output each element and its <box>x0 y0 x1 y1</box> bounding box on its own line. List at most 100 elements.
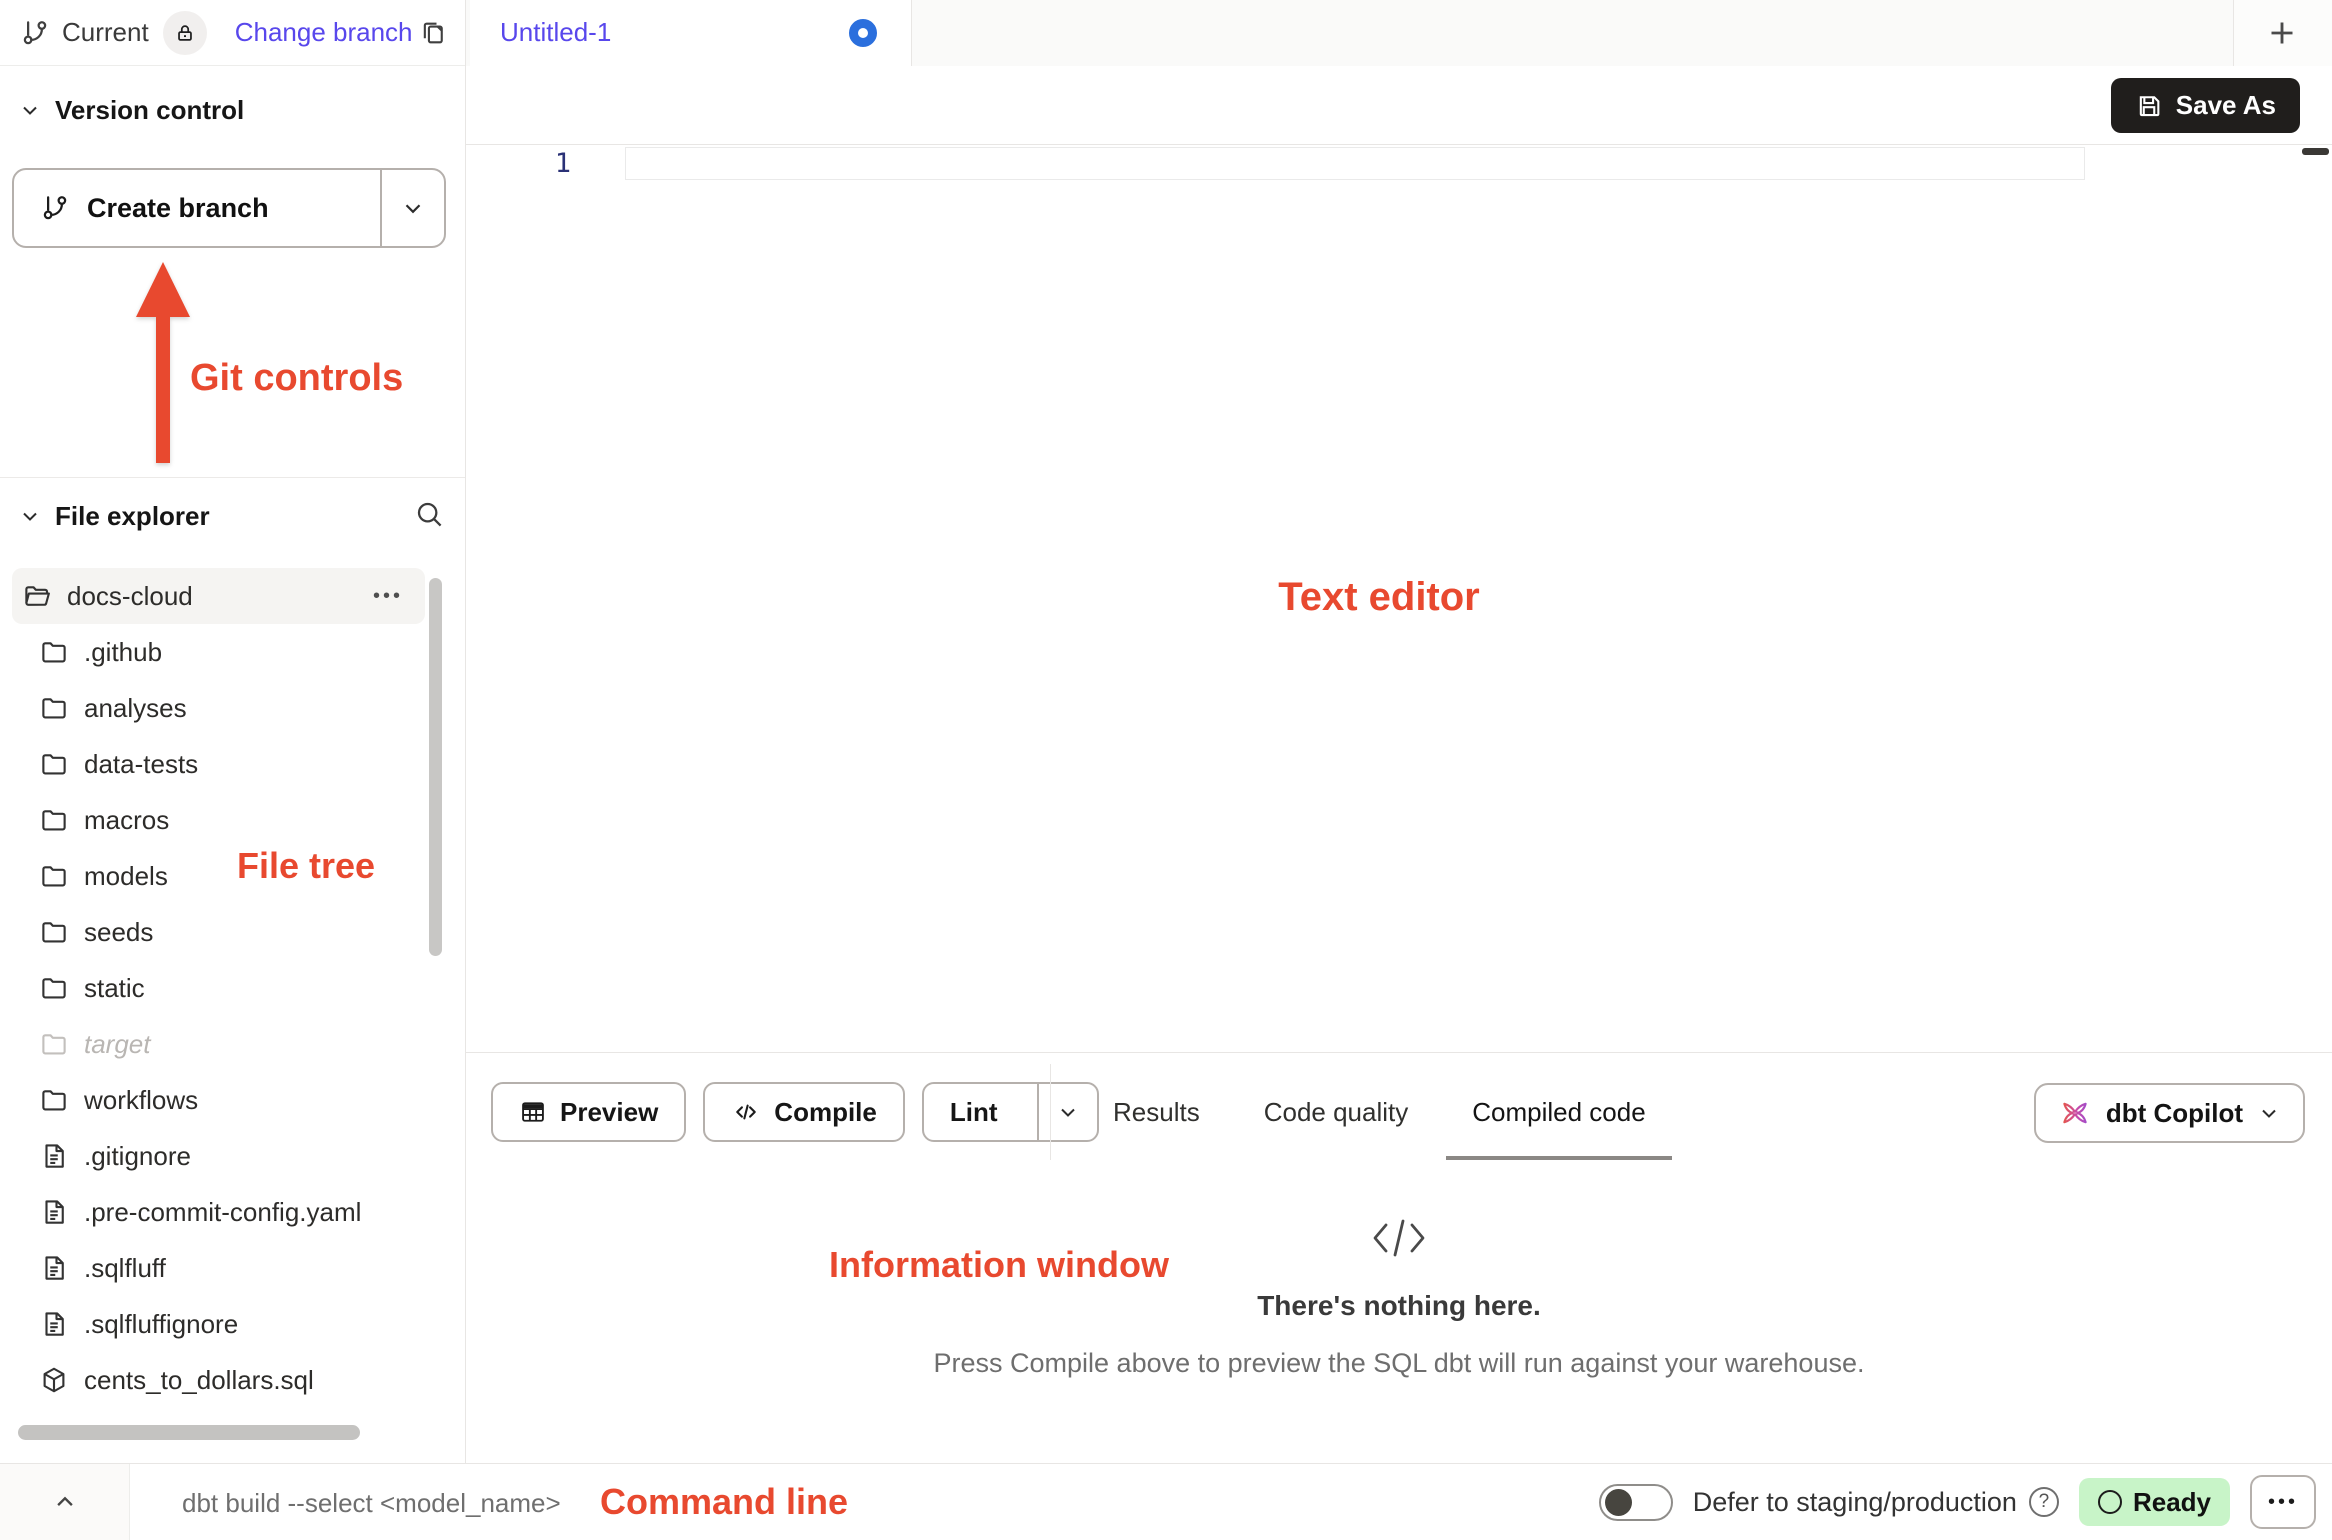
chevron-up-icon <box>50 1487 80 1517</box>
file-icon <box>39 1309 69 1339</box>
unsaved-changes-dot <box>849 19 877 47</box>
tree-item-analyses[interactable]: analyses <box>12 680 425 736</box>
file-explorer-section-header[interactable]: File explorer <box>18 496 210 536</box>
sidebar: Current Change branch Version control <box>0 0 466 1463</box>
code-icon <box>731 1098 761 1126</box>
tree-item-label: .pre-commit-config.yaml <box>84 1197 361 1228</box>
annotation-command-line: Command line <box>600 1481 848 1523</box>
tree-item-label: workflows <box>84 1085 198 1116</box>
editor-active-line <box>625 147 2085 180</box>
copy-branch-icon[interactable] <box>419 19 447 47</box>
tree-item-sqlfluffignore[interactable]: .sqlfluffignore <box>12 1296 425 1352</box>
tree-item-label: .gitignore <box>84 1141 191 1172</box>
preview-button[interactable]: Preview <box>491 1082 686 1142</box>
tree-item-github[interactable]: .github <box>12 624 425 680</box>
create-branch-label: Create branch <box>87 193 269 224</box>
editor-scrollbar-thumb[interactable] <box>2302 148 2329 155</box>
collapse-panel-button[interactable] <box>0 1464 130 1540</box>
compile-button[interactable]: Compile <box>703 1082 905 1142</box>
dbt-copilot-button[interactable]: dbt Copilot <box>2034 1083 2305 1143</box>
folder-icon <box>39 917 69 947</box>
compile-label: Compile <box>774 1097 877 1128</box>
file-icon <box>39 1141 69 1171</box>
panel-tab-code-quality[interactable]: Code quality <box>1264 1063 1409 1161</box>
tab-title: Untitled-1 <box>500 0 611 64</box>
tree-item-gitignore[interactable]: .gitignore <box>12 1128 425 1184</box>
tree-item-seeds[interactable]: seeds <box>12 904 425 960</box>
ready-status-icon <box>2098 1490 2122 1514</box>
empty-state-title: There's nothing here. <box>466 1290 2332 1322</box>
panel-tabs: Results Code quality Compiled code <box>1113 1063 1646 1161</box>
tab-untitled-1[interactable]: Untitled-1 <box>470 0 912 67</box>
tree-item-label: analyses <box>84 693 187 724</box>
current-branch-label: Current <box>62 17 149 48</box>
tree-item-pre-commit-config-yaml[interactable]: .pre-commit-config.yaml <box>12 1184 425 1240</box>
command-status-bar: Command line Defer to staging/production… <box>0 1463 2332 1540</box>
lint-label[interactable]: Lint <box>924 1084 1024 1140</box>
tree-item-label: target <box>84 1029 151 1060</box>
change-branch-link[interactable]: Change branch <box>235 17 413 48</box>
tree-item-label: .sqlfluffignore <box>84 1309 238 1340</box>
empty-state-subtitle: Press Compile above to preview the SQL d… <box>466 1348 2332 1379</box>
folder-icon <box>39 749 69 779</box>
folder-icon <box>39 637 69 667</box>
file-tree-vertical-scrollbar[interactable] <box>429 578 442 956</box>
folder-icon <box>39 693 69 723</box>
folder-open-icon <box>22 581 52 611</box>
annotation-information-window: Information window <box>829 1244 1169 1286</box>
lint-button[interactable]: Lint <box>922 1082 1099 1142</box>
save-as-label: Save As <box>2176 90 2276 121</box>
create-branch-dropdown[interactable] <box>380 170 444 246</box>
toggle-knob <box>1605 1489 1632 1516</box>
version-control-title: Version control <box>55 95 244 126</box>
annotation-text-editor: Text editor <box>1278 575 1480 620</box>
new-tab-area <box>2233 0 2332 66</box>
save-icon <box>2135 92 2163 120</box>
text-editor[interactable]: 1 Text editor <box>466 145 2332 1052</box>
more-options-button[interactable]: ••• <box>2250 1475 2316 1529</box>
tree-item-label: docs-cloud <box>67 581 193 612</box>
results-panel-header: Preview Compile Lint Results Code quality… <box>466 1052 2332 1161</box>
ready-status-badge: Ready <box>2079 1478 2230 1526</box>
panel-tab-compiled-code[interactable]: Compiled code <box>1472 1063 1645 1161</box>
defer-label: Defer to staging/production <box>1693 1487 2017 1518</box>
lint-dropdown[interactable] <box>1037 1084 1097 1140</box>
new-tab-plus-icon[interactable] <box>2264 15 2300 51</box>
tree-item-static[interactable]: static <box>12 960 425 1016</box>
tree-item-docs-cloud[interactable]: docs-cloud ••• <box>12 568 425 624</box>
create-branch-button[interactable]: Create branch <box>12 168 446 248</box>
dbt-copilot-icon <box>2058 1096 2092 1130</box>
section-divider <box>0 477 465 478</box>
tree-item-label: cents_to_dollars.sql <box>84 1365 314 1396</box>
dbt-ide-app: Current Change branch Version control <box>0 0 2332 1540</box>
table-icon <box>519 1098 547 1126</box>
folder-icon <box>39 861 69 891</box>
tree-item-label: models <box>84 861 168 892</box>
tree-item-label: seeds <box>84 917 153 948</box>
file-icon <box>39 1197 69 1227</box>
git-branch-icon <box>20 18 50 48</box>
branch-locked-chip <box>163 11 207 55</box>
lock-icon <box>174 22 196 44</box>
model-icon <box>39 1365 69 1395</box>
save-as-button[interactable]: Save As <box>2111 78 2300 133</box>
dbt-copilot-label: dbt Copilot <box>2106 1098 2243 1129</box>
editor-tab-bar: Untitled-1 <box>466 0 2332 67</box>
panel-tab-results[interactable]: Results <box>1113 1063 1200 1161</box>
help-icon[interactable]: ? <box>2029 1487 2059 1517</box>
defer-toggle[interactable] <box>1599 1484 1673 1521</box>
tree-item-target[interactable]: target <box>12 1016 425 1072</box>
file-tree-horizontal-scrollbar[interactable] <box>18 1425 360 1440</box>
line-number: 1 <box>526 148 571 179</box>
search-icon[interactable] <box>413 498 445 530</box>
tree-item-workflows[interactable]: workflows <box>12 1072 425 1128</box>
version-control-section-header[interactable]: Version control <box>18 90 244 130</box>
tree-item-data-tests[interactable]: data-tests <box>12 736 425 792</box>
tree-item-macros[interactable]: macros <box>12 792 425 848</box>
ready-label: Ready <box>2133 1487 2211 1518</box>
file-icon <box>39 1253 69 1283</box>
folder-icon <box>39 973 69 1003</box>
row-menu-dots-icon[interactable]: ••• <box>373 585 403 608</box>
tree-item-cents-to-dollars-sql[interactable]: cents_to_dollars.sql <box>12 1352 425 1408</box>
tree-item-sqlfluff[interactable]: .sqlfluff <box>12 1240 425 1296</box>
